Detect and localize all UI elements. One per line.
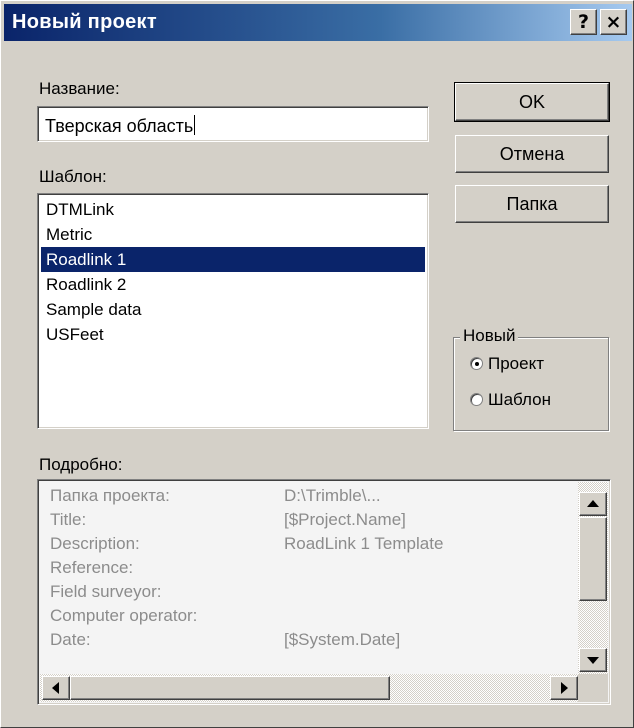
detail-key: Папка проекта: bbox=[50, 486, 170, 505]
detail-key: Description: bbox=[50, 534, 140, 553]
window-title: Новый проект bbox=[12, 11, 157, 33]
arrow-up-icon bbox=[587, 500, 599, 507]
close-icon: × bbox=[605, 11, 622, 33]
ok-button[interactable]: OK bbox=[454, 82, 610, 122]
template-item-usfeet[interactable]: USFeet bbox=[41, 322, 425, 347]
scroll-corner bbox=[578, 674, 608, 702]
radio-project[interactable]: Проект bbox=[470, 352, 544, 376]
new-group-label: Новый bbox=[460, 326, 519, 346]
details-panel[interactable]: Папка проекта: D:\Trimble\... Title: [$P… bbox=[37, 479, 611, 705]
project-name-input[interactable]: Тверская область bbox=[37, 106, 429, 142]
template-item-sample-data[interactable]: Sample data bbox=[41, 297, 425, 322]
details-label: Подробно: bbox=[39, 455, 123, 474]
help-icon: ? bbox=[577, 11, 590, 33]
radio-project-indicator[interactable] bbox=[470, 357, 483, 370]
detail-value: RoadLink 1 Template bbox=[284, 534, 444, 553]
detail-value: D:\Trimble\... bbox=[284, 486, 381, 505]
help-button[interactable]: ? bbox=[570, 9, 597, 35]
template-item-roadlink-2[interactable]: Roadlink 2 bbox=[41, 272, 425, 297]
arrow-down-icon bbox=[587, 657, 599, 664]
horizontal-scroll-thumb[interactable] bbox=[70, 676, 390, 700]
template-item-metric[interactable]: Metric bbox=[41, 222, 425, 247]
radio-template[interactable]: Шаблон bbox=[470, 388, 551, 412]
template-listbox[interactable]: DTMLink Metric Roadlink 1 Roadlink 2 Sam… bbox=[37, 193, 429, 429]
new-project-dialog: Новый проект ? × Название: Тверская обла… bbox=[0, 0, 634, 728]
new-type-group: Новый Проект Шаблон bbox=[453, 326, 609, 431]
detail-value: [$Project.Name] bbox=[284, 510, 406, 529]
title-bar[interactable]: Новый проект ? × bbox=[4, 4, 632, 41]
scroll-right-button[interactable] bbox=[550, 676, 578, 700]
scroll-up-button[interactable] bbox=[579, 492, 607, 516]
arrow-right-icon bbox=[561, 682, 568, 694]
scroll-left-button[interactable] bbox=[42, 676, 70, 700]
detail-value: [$System.Date] bbox=[284, 630, 401, 649]
detail-key: Computer operator: bbox=[50, 606, 198, 625]
radio-template-label: Шаблон bbox=[488, 390, 551, 409]
template-label: Шаблон: bbox=[39, 167, 107, 186]
project-name-value: Тверская область bbox=[45, 116, 194, 136]
detail-key: Reference: bbox=[50, 558, 134, 577]
vertical-scroll-thumb[interactable] bbox=[579, 517, 607, 601]
detail-key: Title: bbox=[50, 510, 87, 529]
arrow-left-icon bbox=[52, 682, 59, 694]
scroll-down-button[interactable] bbox=[579, 648, 607, 672]
close-button[interactable]: × bbox=[600, 9, 627, 35]
cancel-button[interactable]: Отмена bbox=[455, 135, 609, 173]
detail-key: Date: bbox=[50, 630, 91, 649]
radio-project-label: Проект bbox=[488, 354, 544, 373]
name-label: Название: bbox=[39, 79, 120, 98]
text-caret bbox=[194, 115, 196, 135]
radio-template-indicator[interactable] bbox=[470, 393, 483, 406]
template-item-dtmlink[interactable]: DTMLink bbox=[41, 197, 425, 222]
folder-button[interactable]: Папка bbox=[455, 185, 609, 223]
detail-key: Field surveyor: bbox=[50, 582, 162, 601]
template-item-roadlink-1[interactable]: Roadlink 1 bbox=[41, 247, 425, 272]
